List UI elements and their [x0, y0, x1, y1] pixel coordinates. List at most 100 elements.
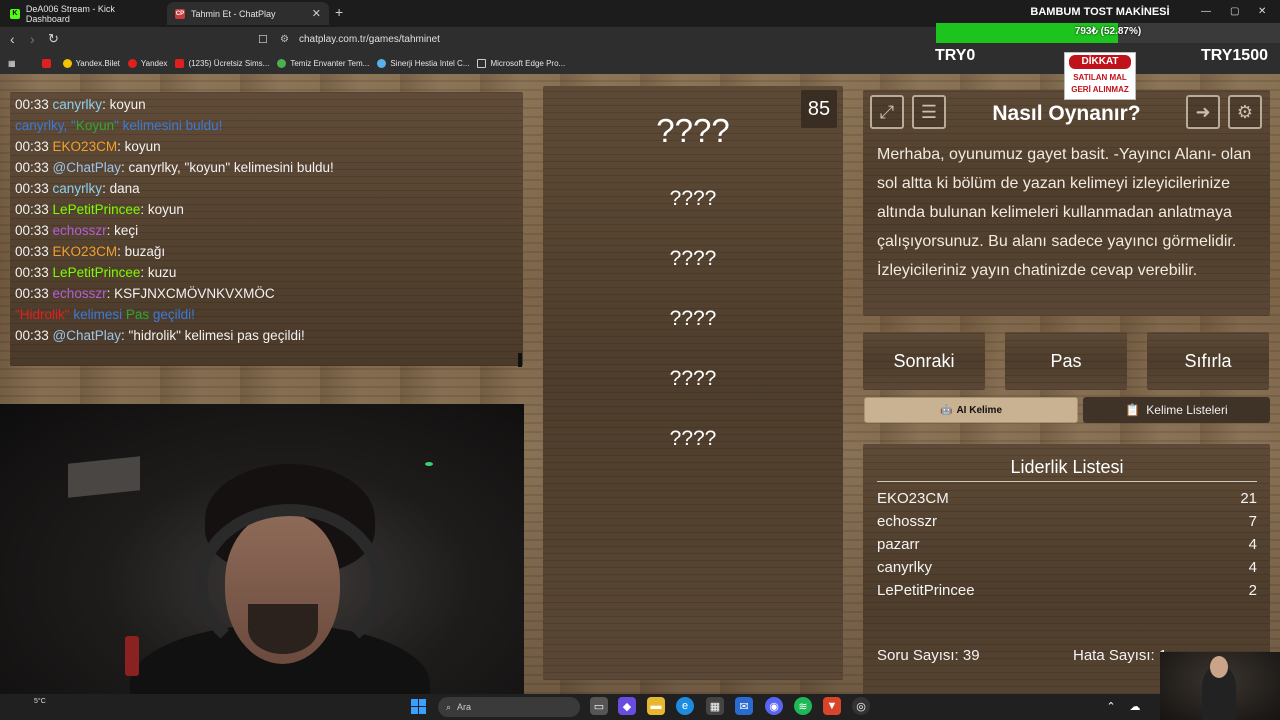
back-icon[interactable]: ‹ [10, 31, 15, 47]
reload-icon[interactable]: ↻ [48, 31, 59, 47]
weather-widget[interactable]: 5°C [34, 697, 46, 706]
ai-word-button[interactable]: 🤖 AI Kelime [864, 397, 1078, 423]
system-text: geçildi! [149, 307, 195, 322]
reset-button[interactable]: Sıfırla [1147, 332, 1269, 390]
chat-separator: : [117, 139, 125, 154]
system-text: Pas [125, 307, 150, 322]
chat-text: koyun [124, 139, 161, 154]
chat-text: kuzu [147, 265, 177, 280]
chat-time: 00:33 [15, 202, 53, 217]
chat-time: 00:33 [15, 286, 53, 301]
close-window-icon[interactable]: ✕ [1258, 6, 1266, 17]
chat-time: 00:33 [15, 139, 53, 154]
led-light [425, 462, 433, 466]
bookmark-edge[interactable]: Microsoft Edge Pro... [477, 58, 565, 68]
edge-icon[interactable]: e [676, 697, 694, 715]
chat-message: 00:33 EKO23CM: buzağı [15, 244, 165, 259]
chat-username[interactable]: EKO23CM [53, 244, 118, 259]
brave-icon[interactable]: ▼ [823, 697, 841, 715]
chat-system-message: canyrlky, "Koyun" kelimesini buldu! [15, 118, 222, 133]
goal-min-label: TRY0 [935, 47, 976, 64]
chat-separator: : [106, 286, 115, 301]
bookmark-icon[interactable]: ☐ [258, 33, 268, 46]
chat-message: 00:33 EKO23CM: koyun [15, 139, 161, 154]
chat-separator: : [140, 265, 148, 280]
leaderboard-row: LePetitPrincee 2 [877, 582, 1257, 599]
file-explorer-icon[interactable]: ▬ [647, 697, 665, 715]
howto-text: Merhaba, oyunumuz gayet basit. -Yayıncı … [877, 146, 1252, 279]
kick-icon: K [10, 8, 20, 19]
chat-text: canyrlky, "koyun" kelimesini buldu! [128, 160, 334, 175]
next-button[interactable]: Sonraki [863, 332, 985, 390]
chat-username[interactable]: echosszr [53, 223, 107, 238]
chevron-up-icon[interactable]: ⌃ [1102, 697, 1120, 715]
tab-kick-dashboard[interactable]: K DeA006 Stream - Kick Dashboard [2, 2, 167, 25]
background-box [68, 456, 140, 498]
hidden-word: ???? [669, 367, 717, 390]
forward-icon[interactable]: › [30, 31, 35, 47]
chat-separator: : [121, 328, 129, 343]
store-icon[interactable]: ▦ [706, 697, 724, 715]
hidden-word: ???? [669, 187, 717, 210]
chat-username[interactable]: EKO23CM [53, 139, 118, 154]
folder-icon [477, 58, 487, 68]
yandex-icon [127, 58, 137, 68]
chat-message: 00:33 echosszr: KSFJNXCMÖVNKVXMÖC [15, 286, 275, 301]
chat-text: dana [109, 181, 140, 196]
word-lists-button[interactable]: 📋 Kelime Listeleri [1083, 397, 1270, 423]
chat-text: "hidrolik" kelimesi pas geçildi! [128, 328, 305, 343]
bookmark-yandex[interactable]: Yandex [127, 58, 167, 68]
hidden-word-main: ???? [656, 112, 730, 149]
bookmark-yandex-bilet[interactable]: Yandex.Bilet [62, 58, 120, 68]
cloud-icon[interactable]: ☁ [1126, 697, 1144, 715]
close-icon[interactable]: ✕ [312, 7, 321, 20]
chat-username[interactable]: canyrlky [53, 97, 103, 112]
warning-line2: GERİ ALINMAZ [1071, 85, 1129, 94]
bookmark-temiz-envanter[interactable]: Temiz Envanter Tem... [277, 58, 369, 68]
taskbar [0, 694, 1280, 720]
tab-chatplay[interactable]: CP Tahmin Et - ChatPlay ✕ [167, 2, 329, 25]
chat-system-message: "Hidrolik" kelimesi Pas geçildi! [15, 307, 195, 322]
apps-icon[interactable]: ▦ [8, 59, 16, 68]
pass-button[interactable]: Pas [1005, 332, 1127, 390]
site-info-icon[interactable]: ⚙ [280, 34, 289, 45]
new-tab-button[interactable]: + [335, 4, 343, 20]
url-field[interactable]: ⚙ chatplay.com.tr/games/tahminet [280, 30, 940, 49]
chat-username[interactable]: echosszr [53, 286, 107, 301]
youtube-icon[interactable] [41, 58, 55, 68]
goal-progress-bar: 793₺ (52.87%) [936, 23, 1280, 43]
chat-username[interactable]: LePetitPrincee [53, 265, 141, 280]
chat-username[interactable]: @ChatPlay [53, 160, 121, 175]
maximize-icon[interactable]: ▢ [1230, 6, 1239, 17]
discord-icon[interactable]: ◉ [765, 697, 783, 715]
list-icon: 📋 [1125, 403, 1141, 417]
taskbar-search[interactable]: ⌕ Ara [438, 697, 580, 717]
goal-progress-text: 793₺ (52.87%) [1074, 26, 1142, 37]
obs-icon[interactable]: ◎ [852, 697, 870, 715]
goal-title: BAMBUM TOST MAKİNESİ [1030, 6, 1170, 18]
word-lists-label: Kelime Listeleri [1146, 403, 1228, 417]
leaderboard-row: EKO23CM 21 [877, 490, 1257, 507]
windows-start-icon[interactable] [411, 699, 426, 714]
minimize-icon[interactable]: — [1201, 6, 1211, 17]
search-placeholder: Ara [457, 702, 472, 712]
bookmark-sims[interactable]: (1235) Ücretsiz Sims... [175, 58, 269, 68]
mail-icon[interactable]: ✉ [735, 697, 753, 715]
chat-username[interactable]: LePetitPrincee [53, 202, 141, 217]
bookmark-sinerji[interactable]: Sinerji Hestia Intel C... [377, 58, 469, 68]
spotify-icon[interactable]: ≋ [794, 697, 812, 715]
drink-can [125, 636, 139, 676]
task-view-icon[interactable]: ▭ [590, 697, 608, 715]
guest-head [1210, 656, 1228, 678]
copilot-icon[interactable]: ◆ [618, 697, 636, 715]
system-text: canyrlky, " [15, 118, 76, 133]
question-count: Soru Sayısı: 39 [877, 647, 980, 664]
youtube-icon [175, 58, 185, 68]
chat-username[interactable]: canyrlky [53, 181, 103, 196]
chat-text: koyun [147, 202, 184, 217]
chat-scrollbar[interactable] [518, 353, 522, 367]
streamer-webcam [0, 404, 524, 700]
chat-text: KSFJNXCMÖVNKVXMÖC [114, 286, 275, 301]
warning-line1: SATILAN MAL [1073, 73, 1127, 82]
chat-username[interactable]: @ChatPlay [53, 328, 121, 343]
